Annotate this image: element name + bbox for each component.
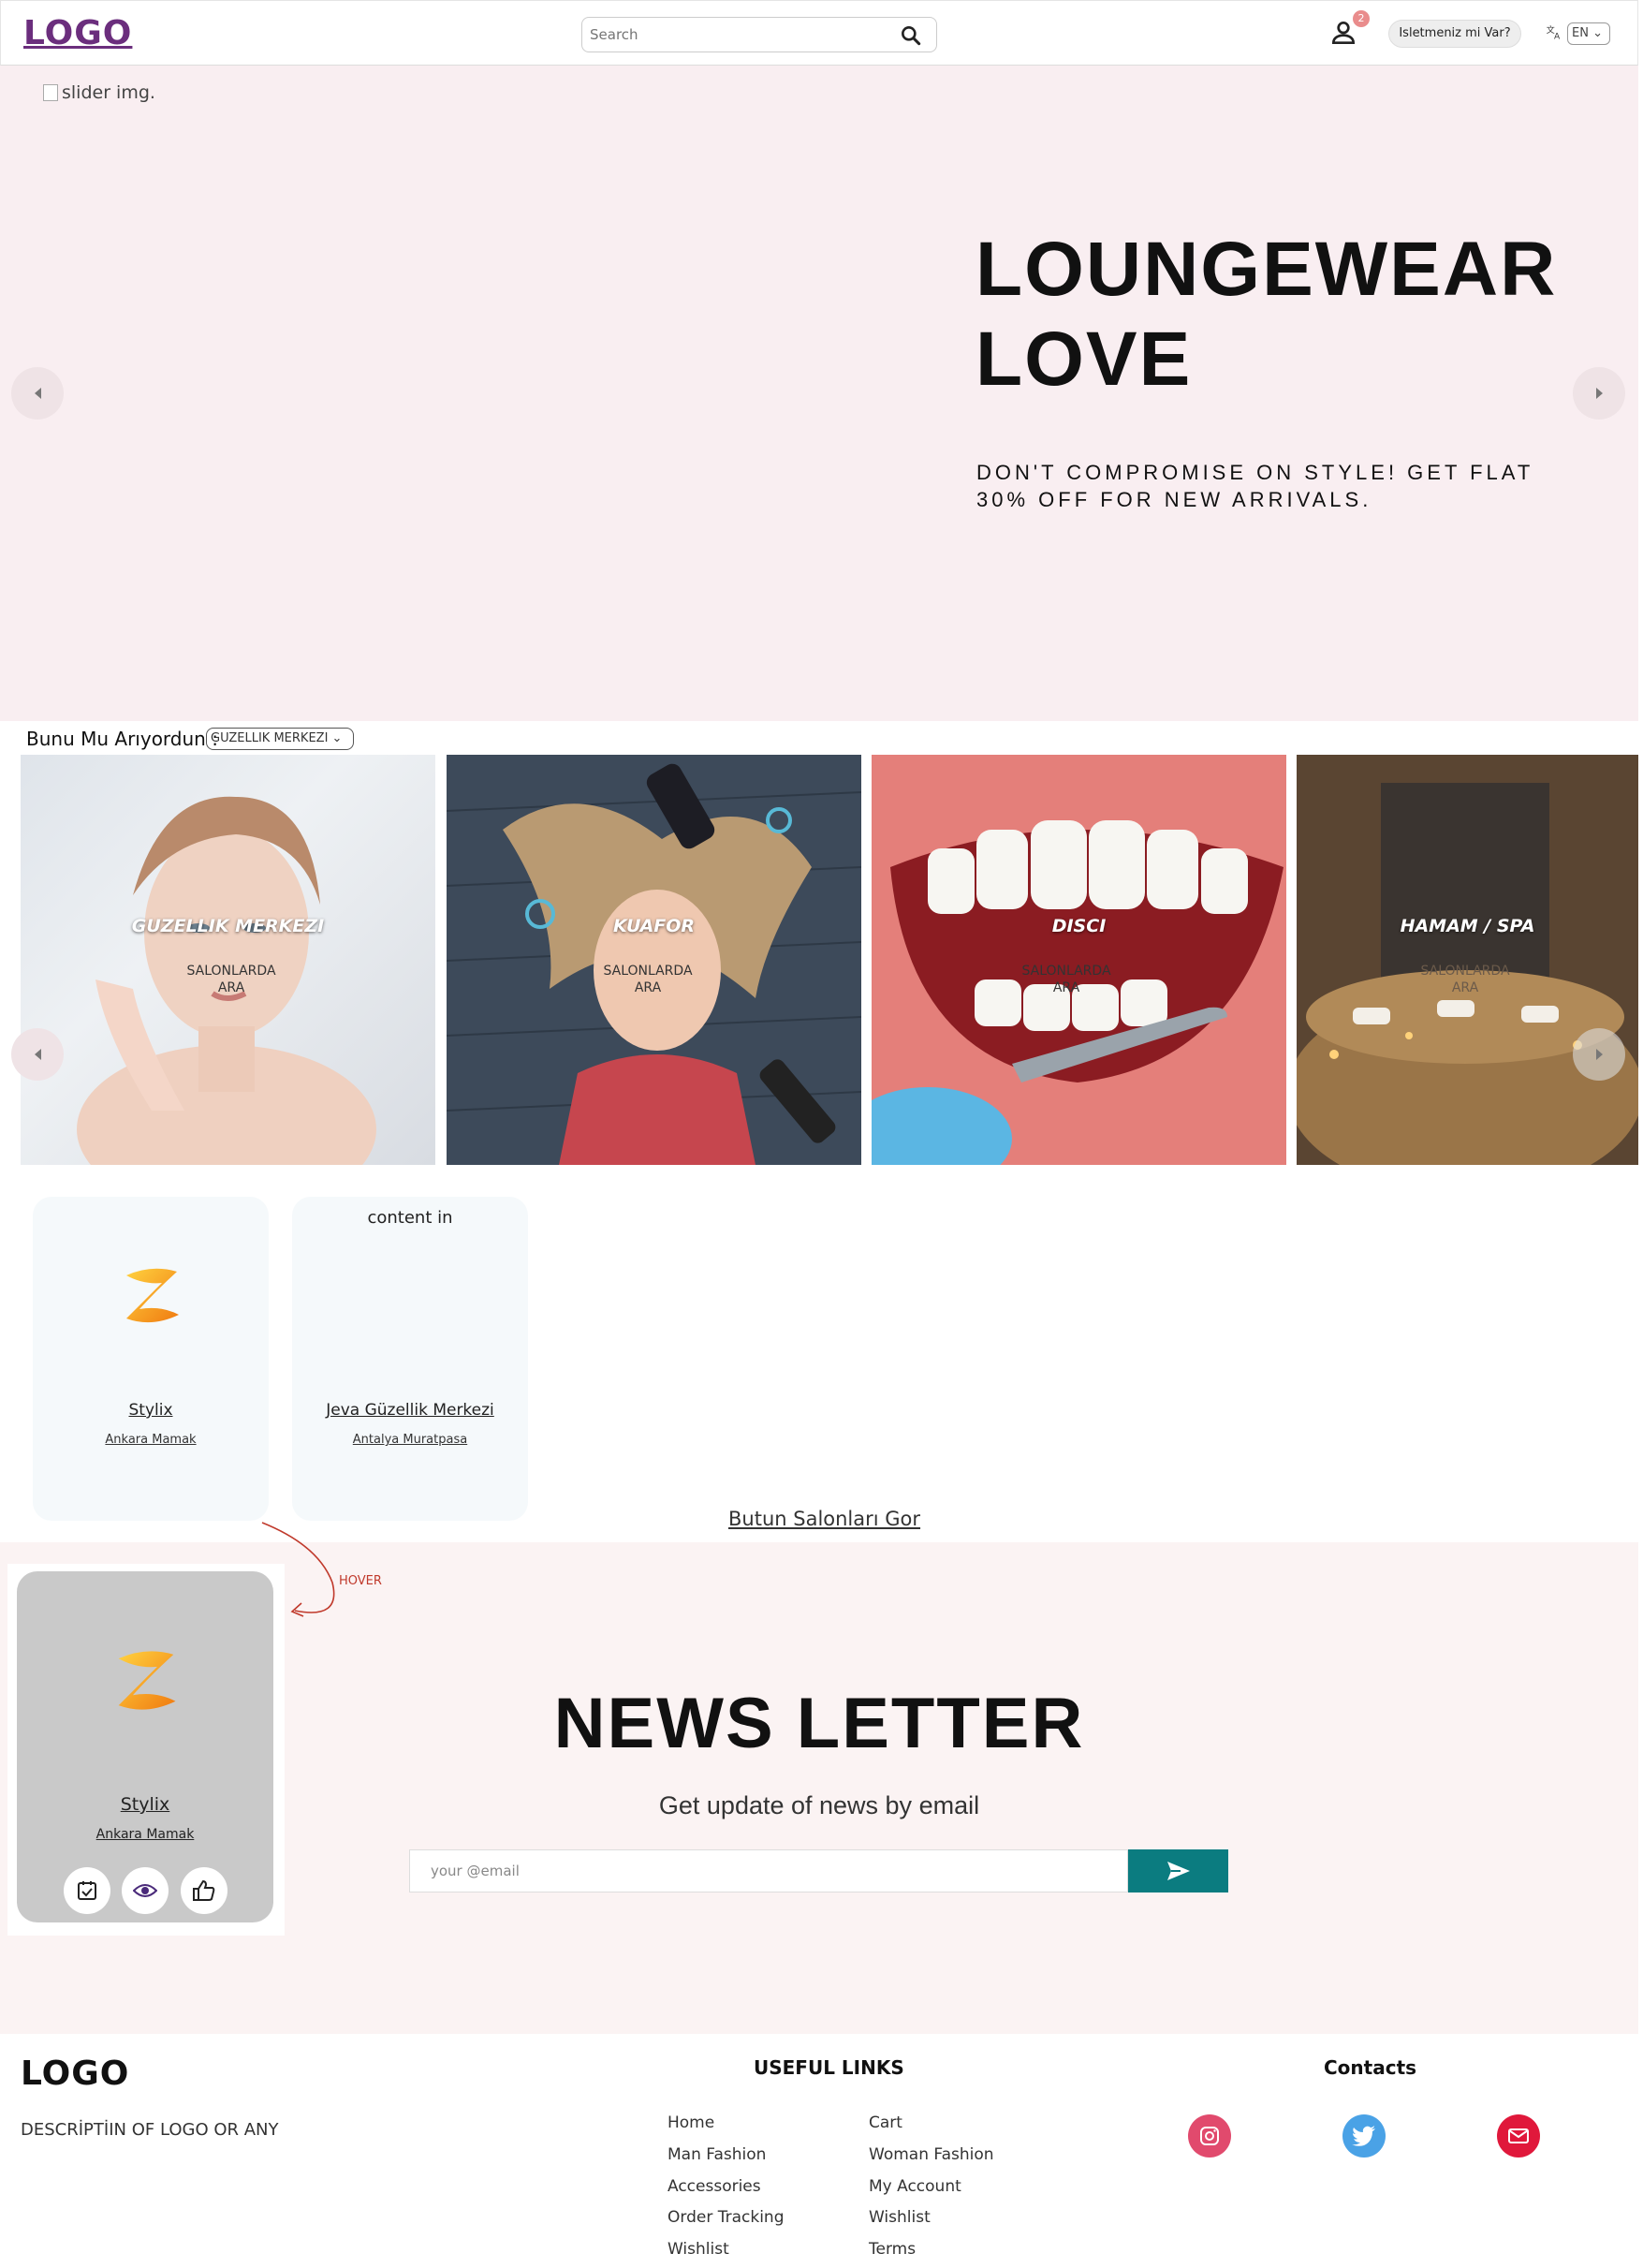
search-icon[interactable] xyxy=(899,23,923,48)
salon-location[interactable]: Ankara Mamak xyxy=(33,1433,269,1447)
footer-link[interactable]: Woman Fashion xyxy=(869,2145,994,2164)
salon-logo xyxy=(118,1651,176,1710)
dentist-photo xyxy=(872,755,1286,1165)
newsletter-send-button[interactable] xyxy=(1128,1849,1228,1892)
salon-card[interactable]: Stylix Ankara Mamak xyxy=(33,1197,269,1521)
footer-link[interactable]: Man Fashion xyxy=(667,2145,766,2164)
category-select[interactable]: GUZELLIK MERKEZI ⌄ xyxy=(206,728,354,750)
category-card-spa[interactable]: HAMAM / SPA SALONLARDA ARA xyxy=(1297,755,1638,1165)
footer-link[interactable]: Order Tracking xyxy=(667,2208,785,2227)
footer: LOGO DESCRİPTİIN OF LOGO OR ANY USEFUL L… xyxy=(0,2034,1638,2268)
footer-link[interactable]: My Account xyxy=(869,2177,961,2196)
salon-name[interactable]: Stylix xyxy=(33,1401,269,1420)
salon-logo xyxy=(126,1268,179,1323)
mail-icon xyxy=(1508,2128,1529,2143)
category-subtitle: SALONLARDA ARA xyxy=(603,964,693,995)
hover-arrow xyxy=(261,1522,335,1617)
twitter-link[interactable] xyxy=(1342,2114,1386,2158)
hero-subtitle: DON'T COMPROMISE ON STYLE! GET FLAT 30% … xyxy=(976,461,1533,511)
send-icon xyxy=(1166,1862,1190,1880)
site-logo[interactable]: LOGO xyxy=(23,14,132,52)
language-select[interactable]: EN ⌄ xyxy=(1567,22,1610,45)
search-box xyxy=(581,17,937,52)
category-subtitle: SALONLARDA ARA xyxy=(1021,964,1111,995)
category-card-dentist[interactable]: DISCI SALONLARDA ARA xyxy=(872,755,1286,1165)
category-subtitle: SALONLARDA ARA xyxy=(1420,964,1510,995)
chevron-left-icon xyxy=(34,1049,41,1060)
search-input[interactable] xyxy=(590,25,889,44)
category-prev-button[interactable] xyxy=(11,1028,64,1081)
category-subtitle: SALONLARDA ARA xyxy=(186,964,276,995)
salon-name[interactable]: Jeva Güzellik Merkezi xyxy=(292,1401,528,1420)
footer-logo[interactable]: LOGO xyxy=(21,2054,129,2093)
instagram-icon xyxy=(1200,2127,1219,2145)
broken-image-label: content in xyxy=(367,1208,453,1228)
category-card-hairdresser[interactable]: KUAFOR SALONLARDA ARA xyxy=(447,755,861,1165)
category-next-button[interactable] xyxy=(1573,1028,1625,1081)
footer-link[interactable]: Cart xyxy=(869,2113,902,2132)
footer-link[interactable]: Terms xyxy=(869,2240,916,2259)
hero-title: LOUNGEWEAR LOVE xyxy=(976,227,1558,402)
hairdresser-photo xyxy=(447,763,861,1165)
footer-link[interactable]: Home xyxy=(667,2113,714,2132)
slider-prev-button[interactable] xyxy=(11,367,64,420)
like-salon-button[interactable] xyxy=(181,1867,227,1914)
category-title: DISCI xyxy=(1051,916,1107,936)
notification-badge: 2 xyxy=(1353,10,1370,27)
salon-location[interactable]: Antalya Muratpasa xyxy=(292,1433,528,1447)
salon-location[interactable]: Ankara Mamak xyxy=(17,1827,273,1842)
footer-link[interactable]: Wishlist xyxy=(869,2208,931,2227)
chevron-right-icon xyxy=(1595,388,1603,399)
chevron-right-icon xyxy=(1595,1049,1603,1060)
contacts-heading: Contacts xyxy=(1324,2056,1417,2079)
useful-links-heading: USEFUL LINKS xyxy=(754,2056,904,2079)
all-salons-link[interactable]: Butun Salonları Gor xyxy=(728,1508,920,1530)
view-salon-button[interactable] xyxy=(122,1867,169,1914)
category-title: HAMAM / SPA xyxy=(1400,916,1535,936)
twitter-icon xyxy=(1352,2126,1375,2146)
salon-name[interactable]: Stylix xyxy=(17,1794,273,1815)
slider-image: slider img. xyxy=(43,82,155,103)
eye-icon xyxy=(133,1884,157,1897)
category-label: Bunu Mu Arıyordun : xyxy=(26,728,218,750)
chevron-left-icon xyxy=(34,388,41,399)
slider-next-button[interactable] xyxy=(1573,367,1625,420)
business-owner-button[interactable]: Isletmeniz mi Var? xyxy=(1388,20,1521,48)
beauty-photo xyxy=(77,796,376,1165)
top-navbar: LOGO 2 Isletmeniz mi Var? 文A EN ⌄ xyxy=(0,0,1638,66)
hover-note: HOVER xyxy=(339,1574,382,1588)
category-title: GUZELLIK MERKEZI xyxy=(131,916,325,936)
footer-description: DESCRİPTİIN OF LOGO OR ANY xyxy=(21,2120,279,2140)
instagram-link[interactable] xyxy=(1188,2114,1231,2158)
mail-link[interactable] xyxy=(1497,2114,1540,2158)
translate-icon: 文A xyxy=(1547,24,1561,41)
footer-link[interactable]: Accessories xyxy=(667,2177,761,2196)
salon-card[interactable]: content in Jeva Güzellik Merkezi Antalya… xyxy=(292,1197,528,1521)
category-title: KUAFOR xyxy=(612,916,696,936)
book-appointment-button[interactable] xyxy=(64,1867,110,1914)
spa-photo xyxy=(1297,755,1638,1165)
calendar-check-icon xyxy=(78,1881,96,1900)
hero-slider: slider img. LOUNGEWEAR LOVE DON'T COMPRO… xyxy=(0,66,1638,721)
svg-text:A: A xyxy=(1554,33,1561,41)
category-card-beauty[interactable]: GUZELLIK MERKEZI SALONLARDA ARA xyxy=(21,755,435,1165)
thumbs-up-icon xyxy=(193,1879,215,1901)
newsletter-email-input[interactable]: your @email xyxy=(409,1849,1128,1892)
footer-link[interactable]: Wishlist xyxy=(667,2240,729,2259)
